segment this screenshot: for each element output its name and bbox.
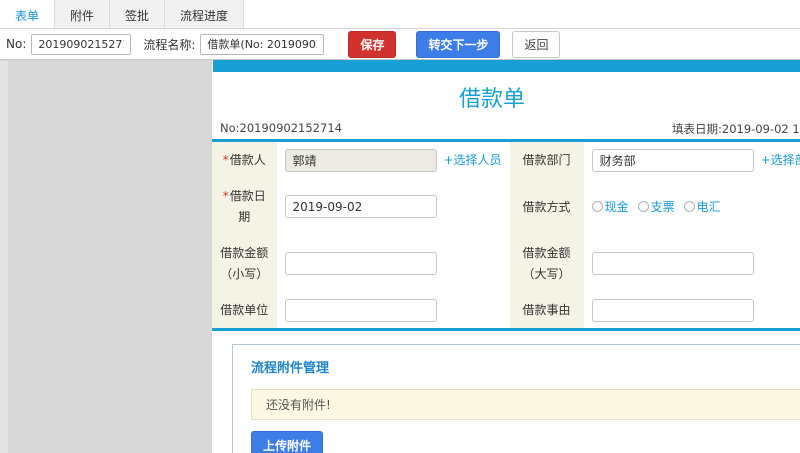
tab-form[interactable]: 表单 [0, 0, 56, 28]
borrower-input[interactable] [284, 148, 437, 172]
department-input[interactable] [591, 148, 754, 172]
required-asterisk: * [222, 153, 229, 167]
tab-progress[interactable]: 流程进度 [165, 0, 245, 28]
borrower-label: *借款人 [212, 142, 277, 179]
radio-cash[interactable]: 现金 [591, 198, 629, 215]
loan-reason-label: 借款事由 [509, 291, 584, 330]
save-button[interactable]: 保存 [348, 30, 397, 58]
loan-unit-label: 借款单位 [212, 291, 277, 330]
loan-date-label-text: 借款日期 [229, 189, 266, 224]
panel-top-bar [213, 59, 800, 72]
table-row: 借款单位 借款事由 [212, 291, 800, 330]
loan-method-radio-group: 现金 支票 电汇 [591, 198, 721, 215]
tabbar-filler [244, 0, 800, 28]
toolbar: No: 流程名称: 保存 转交下一步 返回 [0, 29, 800, 60]
no-input[interactable] [31, 33, 132, 55]
radio-cheque-label: 支票 [650, 200, 675, 215]
radio-wire-label: 电汇 [696, 200, 721, 215]
borrower-label-text: 借款人 [229, 153, 266, 167]
upload-attachment-button[interactable]: 上传附件 [251, 431, 324, 453]
amount-big-label: 借款金额（大写） [509, 235, 584, 292]
process-name-input[interactable] [200, 33, 325, 55]
left-edge-strip [0, 61, 8, 453]
select-department-link[interactable]: +选择部门 [761, 153, 800, 167]
radio-wire[interactable]: 电汇 [683, 198, 721, 215]
form-meta-row: No:20190902152714 填表日期:2019-09-02 15:27:… [212, 118, 800, 139]
loan-reason-input[interactable] [591, 298, 754, 322]
tab-bar: 表单 附件 签批 流程进度 [0, 0, 800, 29]
radio-icon[interactable] [683, 201, 695, 213]
amount-small-label: 借款金额（小写） [212, 235, 277, 292]
next-step-button[interactable]: 转交下一步 [416, 30, 501, 58]
select-person-link[interactable]: +选择人员 [444, 153, 502, 167]
table-row: 借款金额（小写） 借款金额（大写） [212, 235, 800, 292]
attachment-section: 流程附件管理 还没有附件! 上传附件 [232, 344, 800, 453]
table-row: *借款人 +选择人员 借款部门 +选择部门 [212, 142, 800, 179]
amount-big-input[interactable] [591, 252, 754, 276]
table-row: *借款日期 借款方式 现金 支票 电 [212, 178, 800, 236]
amount-small-input[interactable] [284, 252, 437, 276]
form-date-text: 填表日期:2019-09-02 15:27:1 [672, 122, 800, 136]
form-title: 借款单 [458, 87, 525, 112]
radio-cheque[interactable]: 支票 [637, 198, 675, 215]
no-label: No: [6, 37, 27, 51]
loan-form-panel: 借款单 No:20190902152714 填表日期:2019-09-02 15… [212, 58, 800, 453]
department-label: 借款部门 [509, 142, 584, 179]
process-name-label: 流程名称: [143, 37, 196, 52]
back-button[interactable]: 返回 [512, 30, 561, 58]
header: 表单 附件 签批 流程进度 No: 流程名称: 保存 转交下一步 返回 [0, 0, 800, 60]
radio-icon[interactable] [591, 201, 603, 213]
no-attachment-message: 还没有附件! [251, 389, 800, 421]
form-number-text: No:20190902152714 [220, 121, 342, 135]
required-asterisk: * [222, 189, 229, 204]
loan-date-input[interactable] [284, 195, 437, 219]
tab-approval[interactable]: 签批 [110, 0, 166, 28]
loan-form-table: *借款人 +选择人员 借款部门 +选择部门 *借款日期 借款方式 [212, 142, 800, 332]
loan-method-label: 借款方式 [509, 178, 584, 236]
attachment-section-title: 流程附件管理 [251, 361, 330, 377]
radio-cash-label: 现金 [604, 200, 629, 215]
tab-attachment[interactable]: 附件 [55, 0, 111, 28]
radio-icon[interactable] [637, 201, 649, 213]
loan-unit-input[interactable] [284, 298, 437, 322]
loan-date-label: *借款日期 [212, 178, 277, 236]
